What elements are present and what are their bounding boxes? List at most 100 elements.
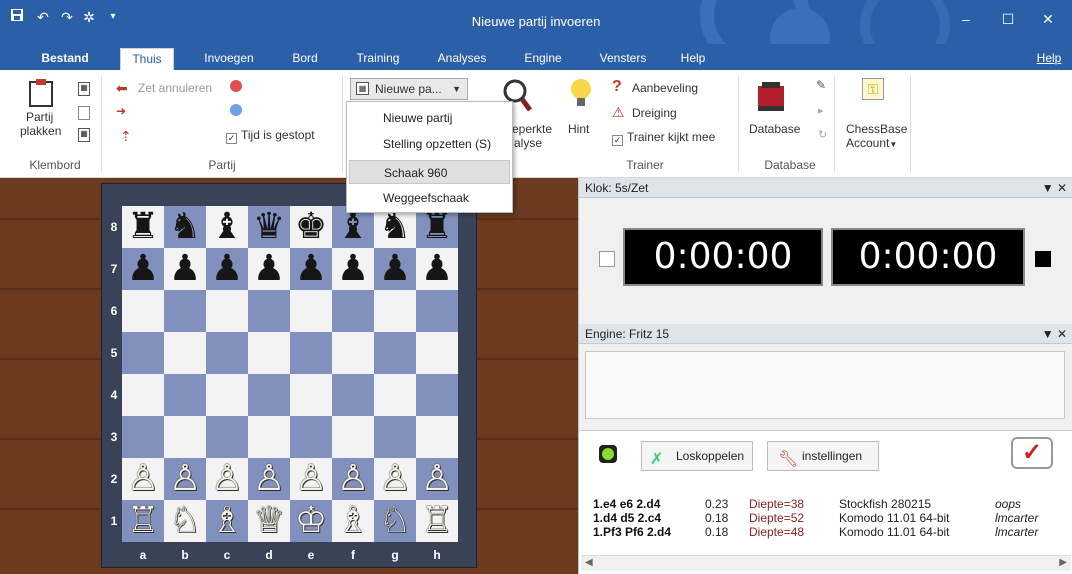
square-e2[interactable]: ♙ [290,458,332,500]
board-copy-icon[interactable]: ▦ [78,128,90,142]
square-c2[interactable]: ♙ [206,458,248,500]
square-b7[interactable]: ♟ [164,248,206,290]
menu-item-losing-chess[interactable]: Weggeefschaak [349,186,510,210]
recommendation-label[interactable]: Aanbeveling [632,81,698,95]
square-b6[interactable] [164,290,206,332]
tab-analyses[interactable]: Analyses [428,48,496,70]
chess-piece[interactable]: ♙ [374,458,416,500]
paste-label-1[interactable]: Partij [26,110,53,124]
square-b3[interactable] [164,416,206,458]
chess-piece[interactable]: ♟ [206,248,248,290]
square-d3[interactable] [248,416,290,458]
chess-piece[interactable]: ♔ [290,500,332,542]
square-b8[interactable]: ♞ [164,206,206,248]
disconnect-button[interactable]: ✗ Loskoppelen [641,441,753,471]
copy-icon[interactable]: ▦ [78,82,90,96]
account-label-1[interactable]: ChessBase [846,122,907,136]
database-icon[interactable] [756,80,788,117]
info-icon[interactable] [230,104,242,116]
scroll-left-icon[interactable]: ◀ [585,557,593,568]
square-e6[interactable] [290,290,332,332]
chess-piece[interactable]: ♞ [164,206,206,248]
square-g7[interactable]: ♟ [374,248,416,290]
square-c6[interactable] [206,290,248,332]
square-h5[interactable] [416,332,458,374]
menu-item-new-game[interactable]: Nieuwe partij [349,106,510,130]
square-a8[interactable]: ♜ [122,206,164,248]
chess-piece[interactable]: ♙ [164,458,206,500]
square-b5[interactable] [164,332,206,374]
chess-piece[interactable]: ♜ [122,206,164,248]
square-e8[interactable]: ♚ [290,206,332,248]
up-arrow-icon[interactable]: ⇡ [120,128,132,145]
square-a1[interactable]: ♖ [122,500,164,542]
square-b2[interactable]: ♙ [164,458,206,500]
maximize-icon[interactable]: ☐ [994,8,1022,30]
panel-controls[interactable]: ▼ ✕ [1042,178,1067,198]
delete-icon[interactable] [230,80,242,92]
chess-piece[interactable]: ♙ [122,458,164,500]
chess-piece[interactable]: ♙ [416,458,458,500]
tab-invoegen[interactable]: Invoegen [194,48,264,70]
horizontal-scrollbar[interactable]: ◀ ▶ [581,555,1071,571]
square-d5[interactable] [248,332,290,374]
clipboard-icon[interactable] [28,78,54,111]
square-a6[interactable] [122,290,164,332]
square-f7[interactable]: ♟ [332,248,374,290]
square-f5[interactable] [332,332,374,374]
square-e4[interactable] [290,374,332,416]
paste-label-2[interactable]: plakken [20,124,61,138]
square-a2[interactable]: ♙ [122,458,164,500]
account-label-2[interactable]: Account▼ [846,136,897,150]
square-h1[interactable]: ♖ [416,500,458,542]
close-icon[interactable]: ✕ [1034,8,1062,30]
tab-bord[interactable]: Bord [280,48,330,70]
chess-piece[interactable]: ♟ [122,248,164,290]
chess-piece[interactable]: ♟ [374,248,416,290]
square-g3[interactable] [374,416,416,458]
square-h6[interactable] [416,290,458,332]
clock-stopped-checkbox[interactable]: ✓ Tijd is gestopt [226,128,315,144]
analysis-label-2[interactable]: alyse [514,136,542,150]
help-link[interactable]: Help [1032,48,1066,70]
square-e1[interactable]: ♔ [290,500,332,542]
forward-icon[interactable]: ➜ [116,104,126,118]
square-e7[interactable]: ♟ [290,248,332,290]
edit-icon[interactable]: ✎ [816,78,826,92]
square-c8[interactable]: ♝ [206,206,248,248]
chess-piece[interactable]: ♝ [206,206,248,248]
square-b1[interactable]: ♘ [164,500,206,542]
database-label[interactable]: Database [749,122,800,136]
square-d4[interactable] [248,374,290,416]
chess-piece[interactable]: ♚ [290,206,332,248]
chess-piece[interactable]: ♟ [290,248,332,290]
refresh-icon[interactable]: ↻ [818,128,827,141]
square-g2[interactable]: ♙ [374,458,416,500]
square-c4[interactable] [206,374,248,416]
new-game-button[interactable]: ▦ Nieuwe pa... ▼ [350,78,468,100]
square-g5[interactable] [374,332,416,374]
chess-piece[interactable]: ♙ [332,458,374,500]
square-a7[interactable]: ♟ [122,248,164,290]
tab-training[interactable]: Training [346,48,410,70]
tab-thuis[interactable]: Thuis [120,48,174,70]
status-led-icon[interactable] [599,445,617,463]
tab-vensters[interactable]: Vensters [590,48,656,70]
checkmark-icon[interactable]: ✓ [1011,437,1053,469]
square-c1[interactable]: ♗ [206,500,248,542]
trainer-watches-checkbox[interactable]: ✓ Trainer kijkt mee [612,130,715,146]
square-e5[interactable] [290,332,332,374]
square-a5[interactable] [122,332,164,374]
undo-move-label[interactable]: Zet annuleren [138,81,212,95]
blank-doc-icon[interactable] [78,106,90,120]
chess-piece[interactable]: ♘ [374,500,416,542]
square-d6[interactable] [248,290,290,332]
analysis-label-1[interactable]: eperkte [512,122,552,136]
tab-help[interactable]: Help [670,48,716,70]
tab-engine[interactable]: Engine [514,48,572,70]
square-g4[interactable] [374,374,416,416]
square-h3[interactable] [416,416,458,458]
hint-label[interactable]: Hint [568,122,589,136]
square-d1[interactable]: ♕ [248,500,290,542]
lightbulb-icon[interactable] [570,78,592,115]
